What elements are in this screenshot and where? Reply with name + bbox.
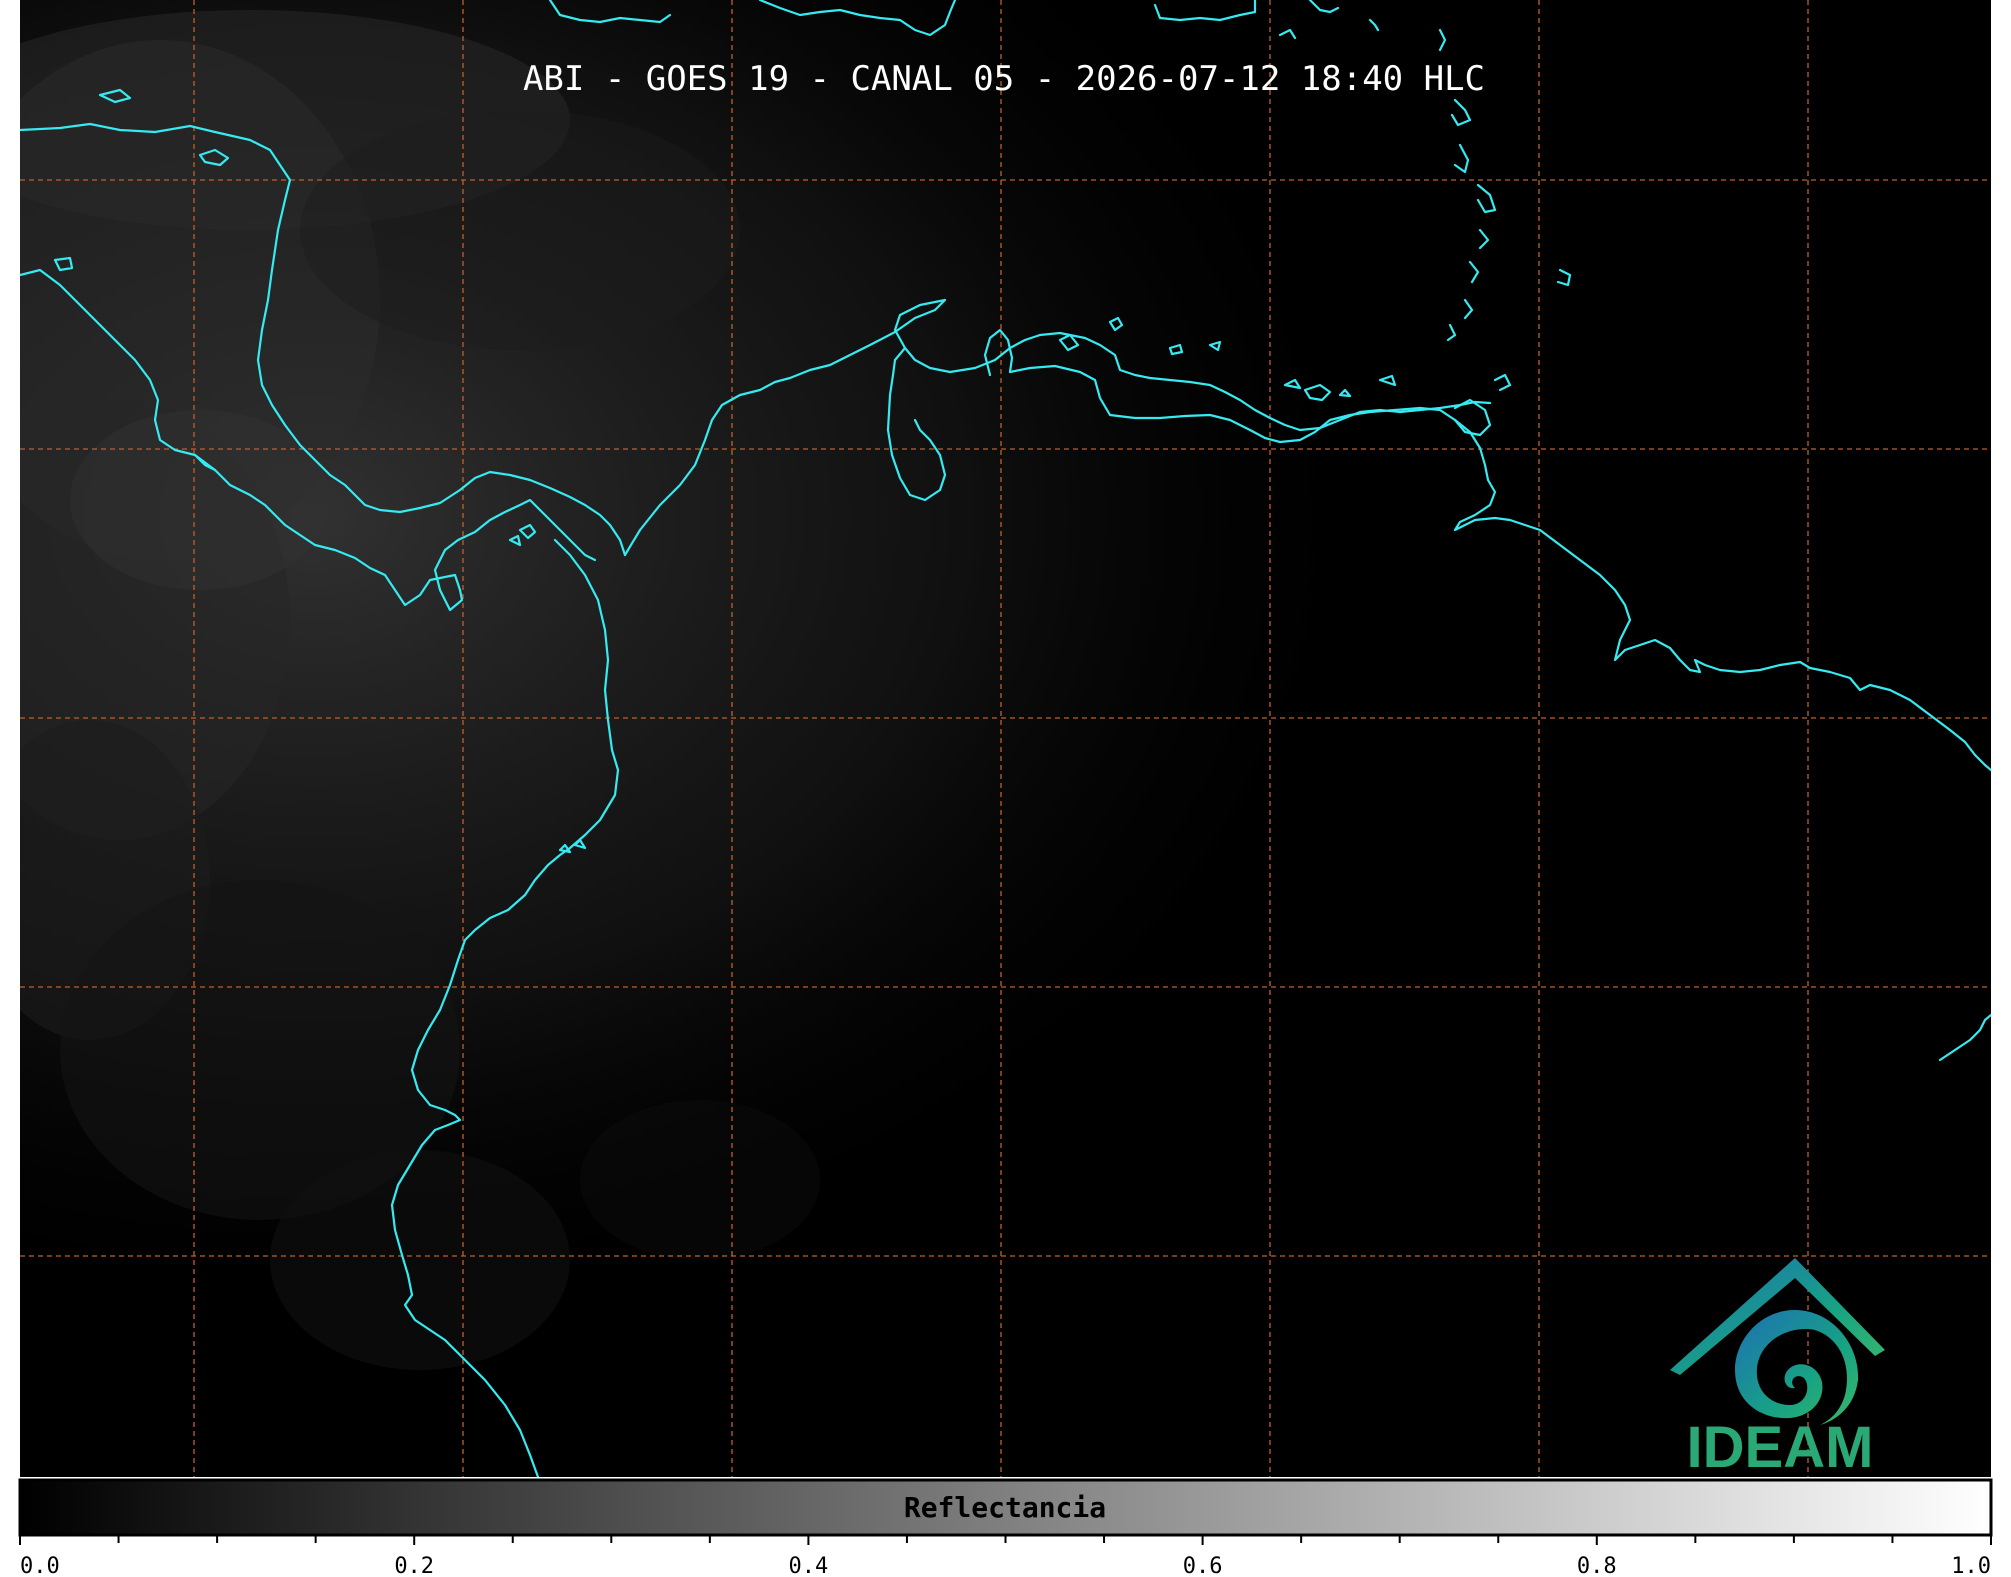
satellite-map: ABI - GOES 19 - CANAL 05 - 2026-07-12 18… — [20, 0, 1991, 1480]
satellite-image-figure: ABI - GOES 19 - CANAL 05 - 2026-07-12 18… — [0, 0, 2011, 1577]
logo-text: IDEAM — [1687, 1415, 1874, 1480]
colorbar-tick-label: 0.8 — [1577, 1554, 1617, 1577]
colorbar-tick-labels: 0.0 0.2 0.4 0.6 0.8 1.0 — [20, 1554, 1991, 1577]
map-title: ABI - GOES 19 - CANAL 05 - 2026-07-12 18… — [523, 59, 1485, 99]
colorbar-tick-label: 0.2 — [394, 1554, 434, 1577]
colorbar-ticks — [19, 1535, 1992, 1545]
colorbar-tick-label: 0.6 — [1183, 1554, 1223, 1577]
colorbar: Reflectancia 0.0 0.2 0.4 0.6 0.8 1.0 — [18, 1478, 1993, 1577]
colorbar-tick-label: 0.0 — [20, 1554, 60, 1577]
colorbar-label: Reflectancia — [904, 1491, 1106, 1524]
colorbar-tick-label: 1.0 — [1951, 1554, 1991, 1577]
map-canvas: ABI - GOES 19 - CANAL 05 - 2026-07-12 18… — [18, 0, 1993, 1577]
colorbar-tick-label: 0.4 — [789, 1554, 829, 1577]
